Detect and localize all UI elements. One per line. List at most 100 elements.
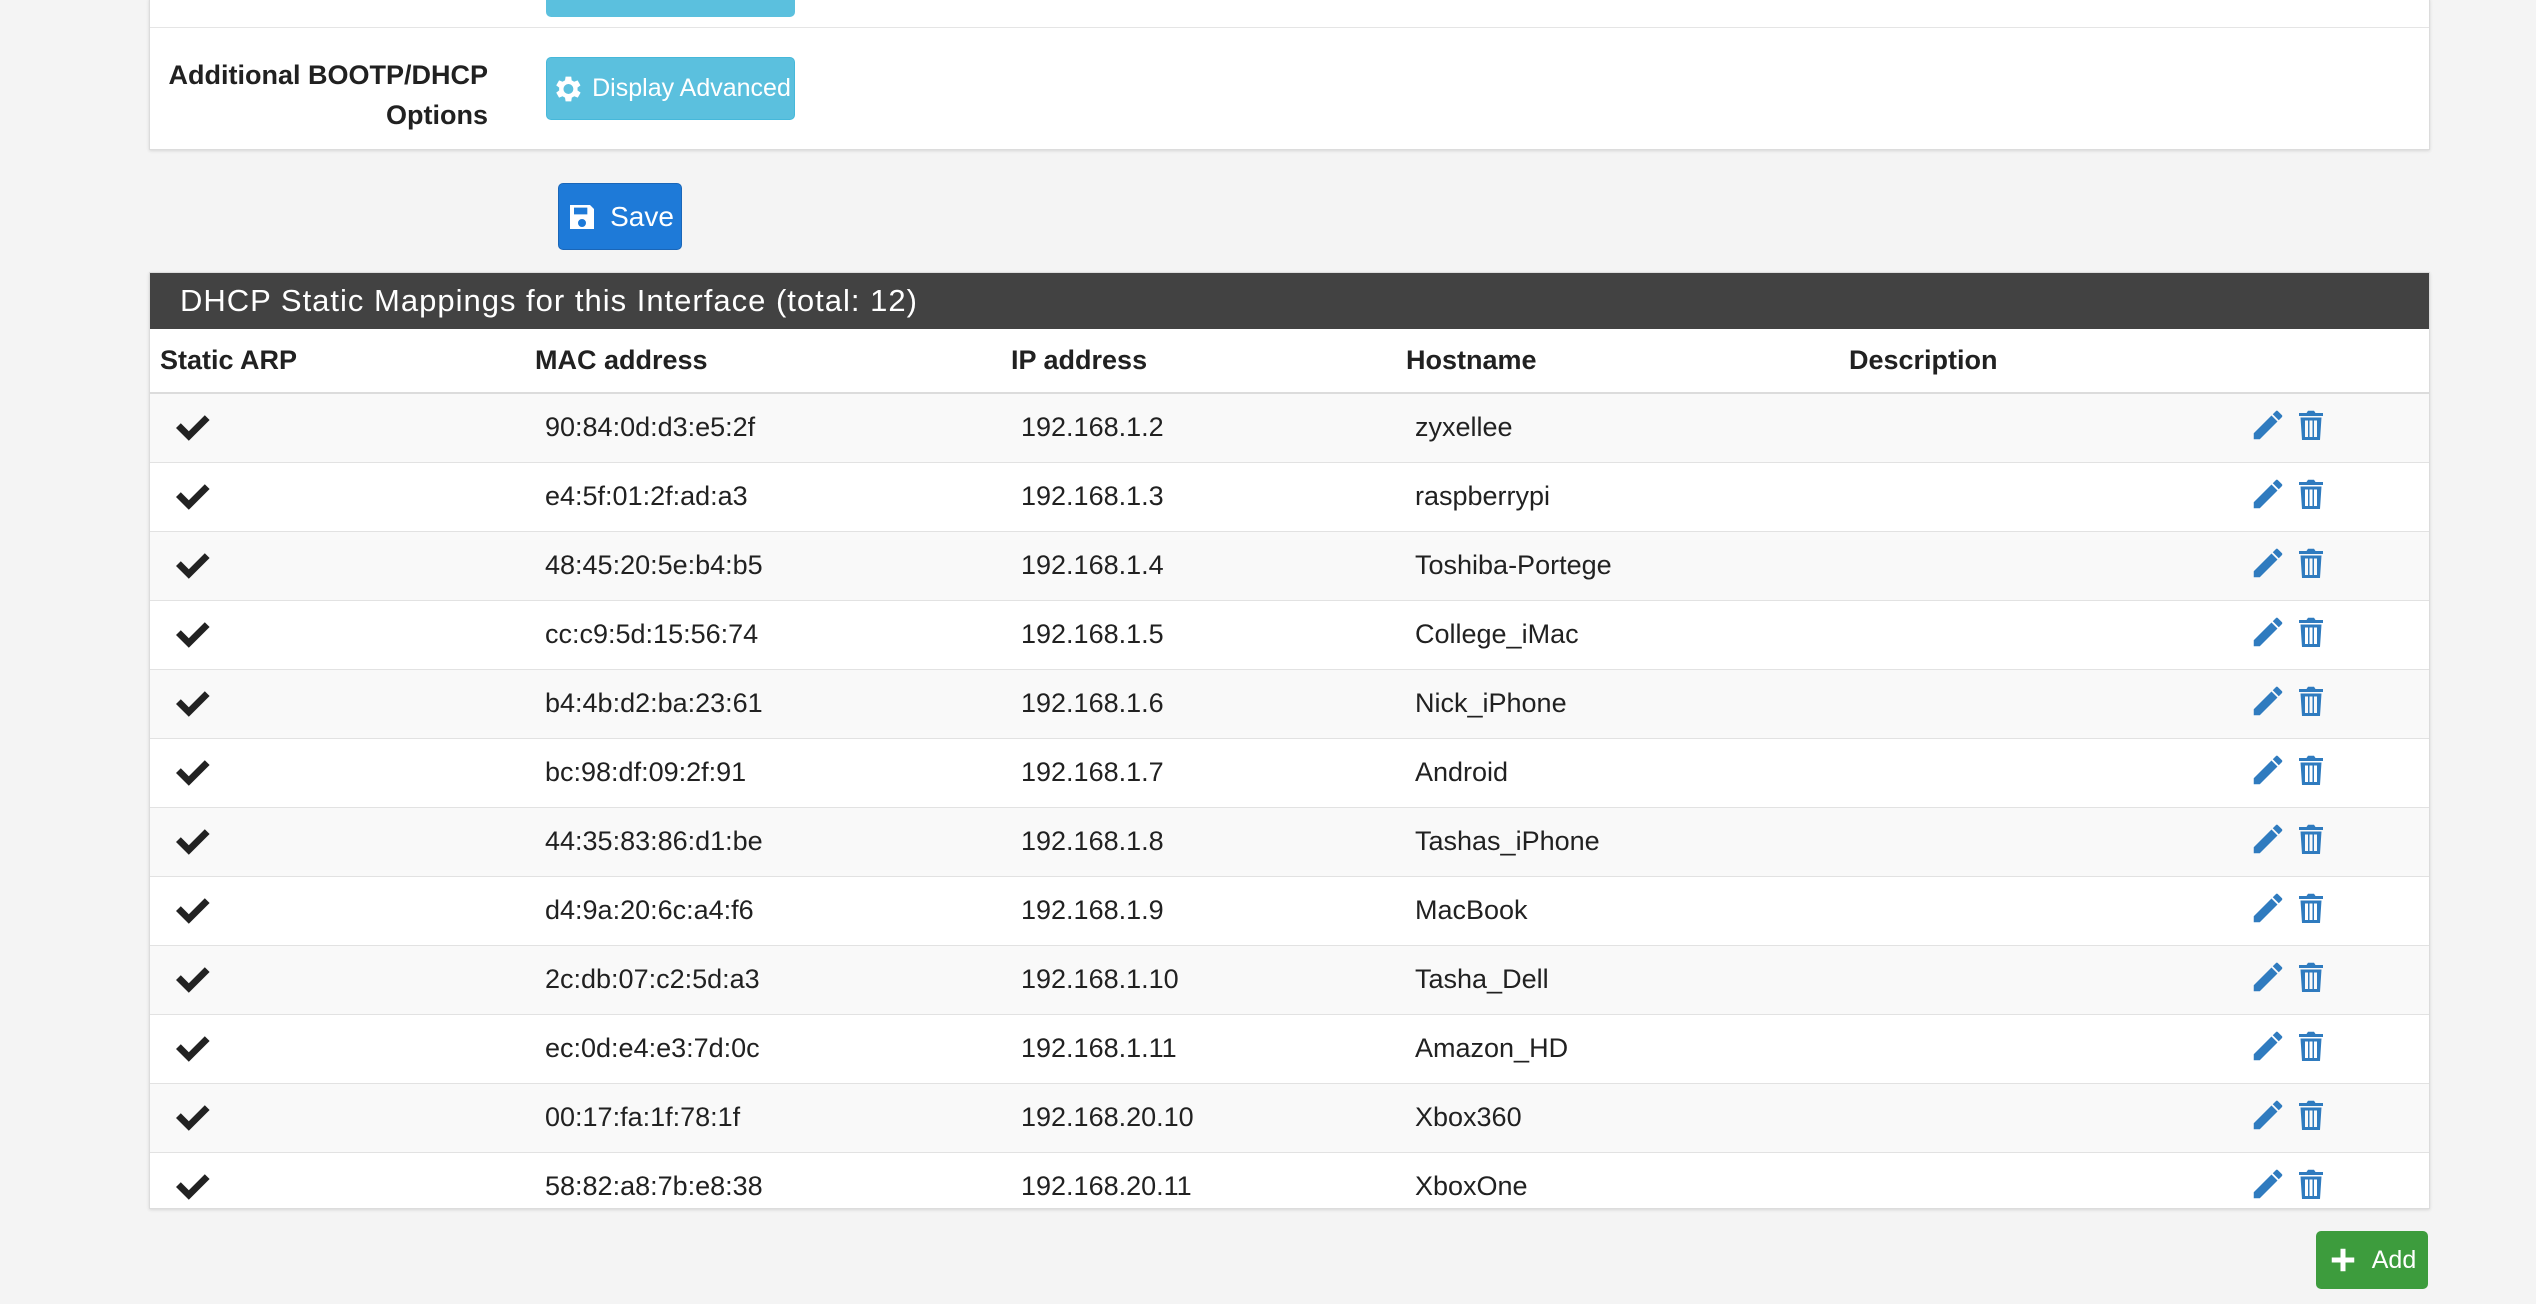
add-button[interactable]: Add	[2316, 1231, 2428, 1289]
partial-button[interactable]	[546, 0, 795, 17]
ip-address-cell: 192.168.20.10	[1021, 1102, 1194, 1132]
checkmark-icon	[176, 898, 210, 924]
mac-address-cell: 48:45:20:5e:b4:b5	[545, 550, 763, 580]
mac-address-cell: 00:17:fa:1f:78:1f	[545, 1102, 741, 1132]
hostname-cell: Toshiba-Portege	[1415, 550, 1612, 580]
table-header-row: Static ARP MAC address IP address Hostna…	[150, 329, 2429, 394]
mac-address-cell: 2c:db:07:c2:5d:a3	[545, 964, 760, 994]
checkmark-icon	[176, 760, 210, 786]
trash-icon[interactable]	[2293, 820, 2329, 858]
ip-address-cell: 192.168.1.4	[1021, 550, 1164, 580]
hostname-cell: Android	[1415, 757, 1509, 787]
trash-icon[interactable]	[2293, 1027, 2329, 1065]
ip-address-cell: 192.168.20.11	[1021, 1171, 1192, 1201]
trash-icon[interactable]	[2293, 1165, 2329, 1203]
table-row: 48:45:20:5e:b4:b5 192.168.1.4 Toshiba-Port…	[150, 532, 2429, 601]
display-advanced-label: Display Advanced	[592, 74, 791, 102]
checkmark-icon	[176, 1036, 210, 1062]
col-hostname[interactable]: Hostname	[1406, 345, 1537, 376]
table-row: 58:82:a8:7b:e8:38 192.168.20.11 XboxOne	[150, 1153, 2429, 1221]
plus-icon	[2331, 1248, 2354, 1272]
checkmark-icon	[176, 1105, 210, 1131]
save-button[interactable]: Save	[558, 183, 682, 250]
table-row: d4:9a:20:6c:a4:f6 192.168.1.9 MacBook	[150, 877, 2429, 946]
pencil-icon[interactable]	[2249, 889, 2287, 927]
pencil-icon[interactable]	[2249, 544, 2287, 582]
row-actions	[2249, 751, 2329, 789]
trash-icon[interactable]	[2293, 1096, 2329, 1134]
row-actions	[2249, 406, 2329, 444]
pencil-icon[interactable]	[2249, 958, 2287, 996]
trash-icon[interactable]	[2293, 475, 2329, 513]
checkmark-icon	[176, 553, 210, 579]
trash-icon[interactable]	[2293, 544, 2329, 582]
trash-icon[interactable]	[2293, 406, 2329, 444]
col-mac-address[interactable]: MAC address	[535, 345, 708, 376]
table-row: 90:84:0d:d3:e5:2f 192.168.1.2 zyxellee	[150, 394, 2429, 463]
ip-address-cell: 192.168.1.7	[1021, 757, 1164, 787]
hostname-cell: zyxellee	[1415, 412, 1513, 442]
row-actions	[2249, 958, 2329, 996]
pencil-icon[interactable]	[2249, 1027, 2287, 1065]
ip-address-cell: 192.168.1.3	[1021, 481, 1164, 511]
row-actions	[2249, 613, 2329, 651]
mac-address-cell: 90:84:0d:d3:e5:2f	[545, 412, 756, 442]
trash-icon[interactable]	[2293, 958, 2329, 996]
add-label: Add	[2371, 1245, 2417, 1274]
table-row: bc:98:df:09:2f:91 192.168.1.7 Android	[150, 739, 2429, 808]
mac-address-cell: 44:35:83:86:d1:be	[545, 826, 763, 856]
hostname-cell: Amazon_HD	[1415, 1033, 1569, 1063]
table-row: 00:17:fa:1f:78:1f 192.168.20.10 Xbox360	[150, 1084, 2429, 1153]
row-actions	[2249, 1027, 2329, 1065]
ip-address-cell: 192.168.1.6	[1021, 688, 1164, 718]
pencil-icon[interactable]	[2249, 475, 2287, 513]
trash-icon[interactable]	[2293, 751, 2329, 789]
mac-address-cell: d4:9a:20:6c:a4:f6	[545, 895, 754, 925]
trash-icon[interactable]	[2293, 682, 2329, 720]
pencil-icon[interactable]	[2249, 682, 2287, 720]
col-static-arp[interactable]: Static ARP	[160, 345, 297, 376]
hostname-cell: Nick_iPhone	[1415, 688, 1567, 718]
mac-address-cell: e4:5f:01:2f:ad:a3	[545, 481, 748, 511]
checkmark-icon	[176, 967, 210, 993]
hostname-cell: College_iMac	[1415, 619, 1579, 649]
mac-address-cell: ec:0d:e4:e3:7d:0c	[545, 1033, 760, 1063]
table-row: e4:5f:01:2f:ad:a3 192.168.1.3 raspberrypi	[150, 463, 2429, 532]
row-actions	[2249, 889, 2329, 927]
table-row: ec:0d:e4:e3:7d:0c 192.168.1.11 Amazon_HD	[150, 1015, 2429, 1084]
checkmark-icon	[176, 415, 210, 441]
trash-icon[interactable]	[2293, 613, 2329, 651]
ip-address-cell: 192.168.1.10	[1021, 964, 1179, 994]
mac-address-cell: cc:c9:5d:15:56:74	[545, 619, 759, 649]
floppy-disk-icon	[570, 204, 595, 229]
pencil-icon[interactable]	[2249, 820, 2287, 858]
row-actions	[2249, 682, 2329, 720]
checkmark-icon	[176, 1174, 210, 1200]
table-row: 2c:db:07:c2:5d:a3 192.168.1.10 Tasha_Dell	[150, 946, 2429, 1015]
col-description[interactable]: Description	[1849, 345, 1998, 376]
row-actions	[2249, 1165, 2329, 1203]
display-advanced-button[interactable]: Display Advanced	[546, 57, 795, 120]
pencil-icon[interactable]	[2249, 406, 2287, 444]
pencil-icon[interactable]	[2249, 751, 2287, 789]
trash-icon[interactable]	[2293, 889, 2329, 927]
table-row: b4:4b:d2:ba:23:61 192.168.1.6 Nick_iPhone	[150, 670, 2429, 739]
bootp-options-label: Additional BOOTP/DHCP Options	[168, 60, 489, 130]
static-mappings-panel: DHCP Static Mappings for this Interface …	[149, 272, 2430, 1209]
table-title: DHCP Static Mappings for this Interface …	[150, 273, 2429, 329]
mac-address-cell: 58:82:a8:7b:e8:38	[545, 1171, 763, 1201]
save-label: Save	[610, 200, 674, 232]
options-panel: Additional BOOTP/DHCP Options Display Ad…	[149, 0, 2430, 150]
pencil-icon[interactable]	[2249, 613, 2287, 651]
hostname-cell: Tashas_iPhone	[1415, 826, 1600, 856]
table-body: 90:84:0d:d3:e5:2f 192.168.1.2 zyxellee e4:5…	[150, 394, 2429, 1221]
row-actions	[2249, 475, 2329, 513]
col-ip-address[interactable]: IP address	[1011, 345, 1147, 376]
pencil-icon[interactable]	[2249, 1165, 2287, 1203]
table-row: 44:35:83:86:d1:be 192.168.1.8 Tashas_iPhon…	[150, 808, 2429, 877]
row-actions	[2249, 544, 2329, 582]
pencil-icon[interactable]	[2249, 1096, 2287, 1134]
checkmark-icon	[176, 829, 210, 855]
ip-address-cell: 192.168.1.5	[1021, 619, 1164, 649]
hostname-cell: raspberrypi	[1415, 481, 1551, 511]
